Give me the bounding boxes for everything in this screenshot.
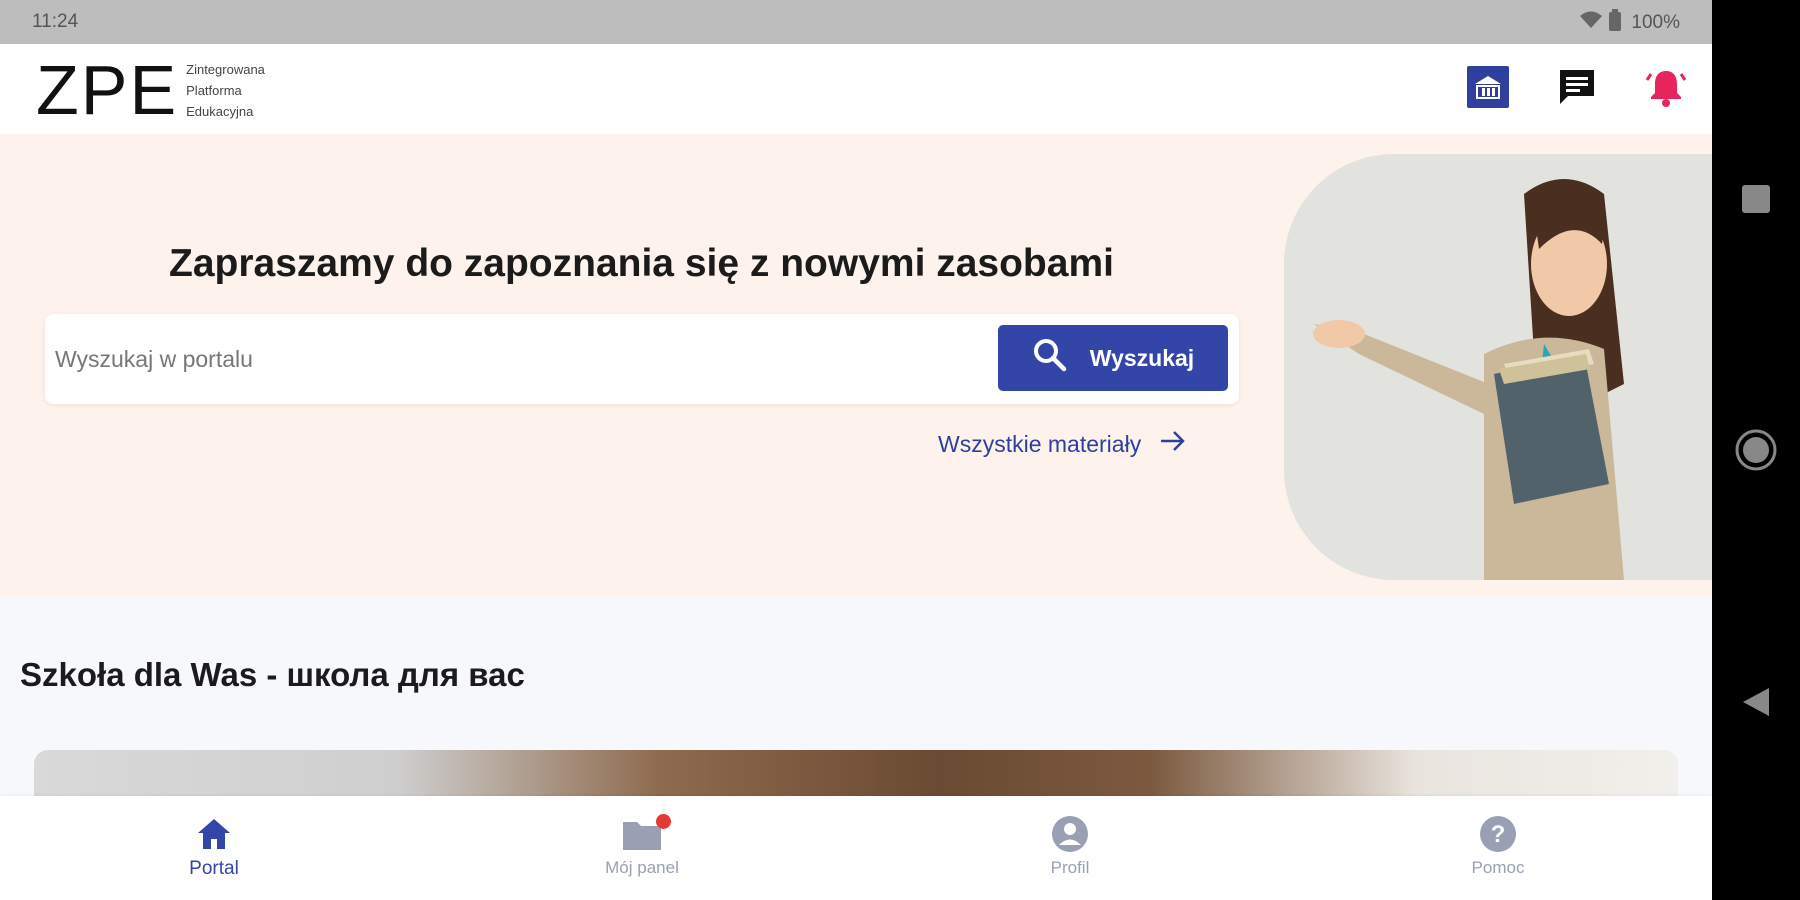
hero-banner: Zapraszamy do zapoznania się z nowymi za…: [0, 134, 1712, 596]
search-box: Wyszukaj: [45, 314, 1239, 404]
all-materials-link[interactable]: Wszystkie materiały: [938, 429, 1187, 459]
featured-section: Szkoła dla Was - школа для вас: [0, 596, 1712, 810]
notification-badge: [656, 814, 671, 829]
logo-line: Edukacyjna: [186, 103, 254, 119]
battery-icon: [1609, 9, 1622, 37]
all-materials-label: Wszystkie materiały: [938, 430, 1142, 457]
square-icon: [1741, 184, 1771, 219]
logo-mark: ZPE: [36, 51, 179, 129]
arrow-right-icon: [1159, 429, 1187, 459]
recents-button[interactable]: [1712, 184, 1800, 219]
nav-help[interactable]: ? Pomoc: [1398, 814, 1598, 878]
search-button[interactable]: Wyszukaj: [998, 325, 1228, 391]
zpe-logo[interactable]: ZPE Zintegrowana Platforma Edukacyjna: [36, 54, 265, 126]
nav-label: Portal: [189, 858, 239, 879]
nav-label: Profil: [1050, 858, 1090, 877]
profile-icon: [970, 814, 1170, 854]
wifi-icon: [1579, 10, 1603, 36]
status-time: 11:24: [32, 11, 79, 32]
logo-subtitle: Zintegrowana Platforma Edukacyjna: [186, 59, 265, 122]
library-icon: [1467, 65, 1509, 113]
nav-label: Pomoc: [1471, 858, 1525, 877]
search-icon: [1032, 337, 1068, 379]
app-screen: 11:24 100% ZPE Zintegrowana Platforma Ed…: [0, 0, 1712, 900]
logo-line: Zintegrowana: [186, 61, 265, 77]
back-button[interactable]: [1712, 686, 1800, 723]
messages-button[interactable]: [1555, 67, 1599, 111]
bottom-navigation: Portal Mój panel Profil ? Pomoc: [0, 796, 1712, 900]
notifications-button[interactable]: [1644, 67, 1688, 111]
hero-title: Zapraszamy do zapoznania się z nowymi za…: [169, 242, 1114, 285]
app-header: ZPE Zintegrowana Platforma Edukacyjna: [0, 44, 1712, 134]
svg-text:?: ?: [1491, 821, 1506, 848]
notifications-icon: [1645, 66, 1687, 113]
section-title: Szkoła dla Was - школа для вас: [20, 656, 525, 693]
nav-profile[interactable]: Profil: [970, 814, 1170, 878]
logo-line: Platforma: [186, 82, 242, 98]
folder-icon: [542, 814, 742, 854]
system-navigation-bar: [1712, 0, 1800, 900]
back-triangle-icon: [1741, 686, 1771, 723]
circle-icon: [1734, 428, 1778, 477]
status-bar: 11:24 100%: [0, 0, 1712, 44]
home-icon: [114, 814, 314, 854]
woman-with-books-illustration: [1313, 179, 1624, 580]
battery-percentage: 100%: [1631, 12, 1680, 33]
home-button[interactable]: [1712, 428, 1800, 477]
status-icons: 100%: [1579, 9, 1680, 37]
nav-my-panel[interactable]: Mój panel: [542, 814, 742, 878]
nav-portal[interactable]: Portal: [114, 814, 314, 880]
chat-icon: [1557, 67, 1597, 112]
hero-illustration: [1284, 154, 1712, 580]
nav-label: Mój panel: [605, 858, 679, 877]
search-button-label: Wyszukaj: [1089, 344, 1195, 371]
library-button[interactable]: [1466, 65, 1510, 113]
help-icon: ?: [1398, 814, 1598, 854]
search-input[interactable]: [55, 332, 1015, 386]
